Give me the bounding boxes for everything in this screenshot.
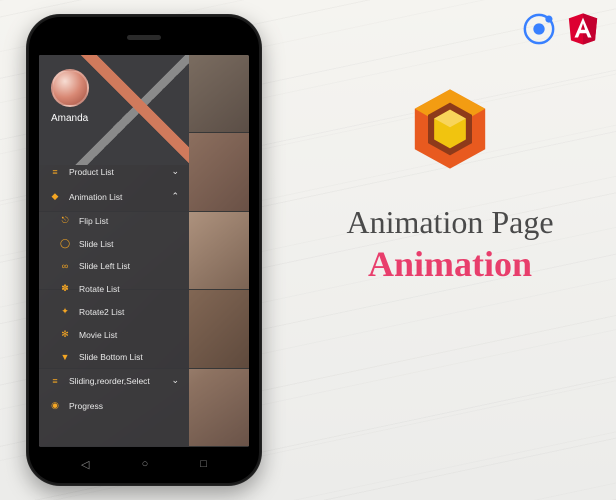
chevron-up-icon: ⌃ — [171, 191, 179, 202]
title-line-2: Animation — [300, 243, 600, 285]
menu-label: Rotate2 List — [79, 307, 179, 317]
title-line-1: Animation Page — [300, 204, 600, 241]
menu-label: Movie List — [79, 330, 179, 340]
menu-label: Sliding,reorder,Select — [69, 376, 163, 386]
menu-label: Animation List — [69, 192, 163, 202]
home-circle-icon[interactable]: ○ — [142, 458, 149, 470]
chevron-down-icon: ⌄ — [171, 375, 179, 386]
menu-home[interactable]: ⌂ Home ⌄ — [39, 134, 189, 159]
menu-label: Flip List — [79, 216, 179, 226]
menu: ⌂ Home ⌄ ≡ Product List ⌄ ◆ Animation Li… — [39, 134, 189, 447]
chevron-down-icon: ⌄ — [171, 141, 179, 152]
phone-speaker — [127, 35, 161, 40]
menu-slide-bottom-list[interactable]: ▼ Slide Bottom List — [49, 346, 189, 368]
hex-logo-icon — [406, 85, 494, 173]
username-label: Amanda — [51, 113, 177, 124]
phone-inner: Amanda ⌂ Home ⌄ ≡ Product List ⌄ ◆ — [29, 17, 259, 483]
menu-slide-list[interactable]: ◯ Slide List — [49, 232, 189, 255]
menu-movie-list[interactable]: ✻ Movie List — [49, 323, 189, 346]
menu-rotate-list[interactable]: ✽ Rotate List — [49, 277, 189, 300]
menu-animation-list[interactable]: ◆ Animation List ⌃ — [39, 184, 189, 209]
avatar[interactable] — [51, 69, 89, 107]
phone-frame: Amanda ⌂ Home ⌄ ≡ Product List ⌄ ◆ — [26, 14, 262, 486]
menu-rotate2-list[interactable]: ✦ Rotate2 List — [49, 300, 189, 323]
circle-icon: ◯ — [59, 238, 71, 249]
sparkle-icon: ✦ — [59, 306, 71, 317]
menu-label: Slide List — [79, 239, 179, 249]
diamond-icon: ◆ — [49, 191, 61, 202]
list-icon: ≡ — [49, 376, 61, 386]
infinity-icon: ∞ — [59, 261, 71, 271]
sidebar: Amanda ⌂ Home ⌄ ≡ Product List ⌄ ◆ — [39, 55, 189, 447]
recent-icon[interactable]: □ — [200, 458, 207, 470]
menu-progress[interactable]: ◉ Progress — [39, 393, 189, 418]
profile-section[interactable]: Amanda — [39, 55, 189, 134]
circle-dot-icon: ◉ — [49, 400, 61, 411]
menu-product-list[interactable]: ≡ Product List ⌄ — [39, 159, 189, 184]
menu-label: Rotate List — [79, 284, 179, 294]
android-nav-bar: ◁ ○ □ — [29, 455, 259, 473]
angular-icon — [566, 12, 600, 46]
asterisk-icon: ✻ — [59, 329, 71, 340]
menu-label: Slide Left List — [79, 261, 179, 271]
home-icon: ⌂ — [49, 142, 61, 152]
menu-label: Product List — [69, 167, 163, 177]
menu-label: Slide Bottom List — [79, 352, 179, 362]
chevron-down-icon: ⌄ — [171, 166, 179, 177]
menu-label: Home — [69, 142, 163, 152]
phone-screen: Amanda ⌂ Home ⌄ ≡ Product List ⌄ ◆ — [39, 55, 249, 447]
triangle-down-icon: ▼ — [59, 352, 71, 362]
menu-animation-sub: ⎋ Flip List ◯ Slide List ∞ Slide Left Li… — [39, 209, 189, 368]
menu-label: Progress — [69, 401, 179, 411]
ionic-icon — [522, 12, 556, 46]
menu-sliding[interactable]: ≡ Sliding,reorder,Select ⌄ — [39, 368, 189, 393]
menu-slide-left-list[interactable]: ∞ Slide Left List — [49, 255, 189, 277]
framework-icons — [522, 12, 600, 46]
star-icon: ✽ — [59, 283, 71, 294]
branding-section: Animation Page Animation — [300, 85, 600, 285]
flip-icon: ⎋ — [59, 215, 71, 226]
menu-flip-list[interactable]: ⎋ Flip List — [49, 209, 189, 232]
list-icon: ≡ — [49, 167, 61, 177]
back-icon[interactable]: ◁ — [81, 458, 89, 471]
